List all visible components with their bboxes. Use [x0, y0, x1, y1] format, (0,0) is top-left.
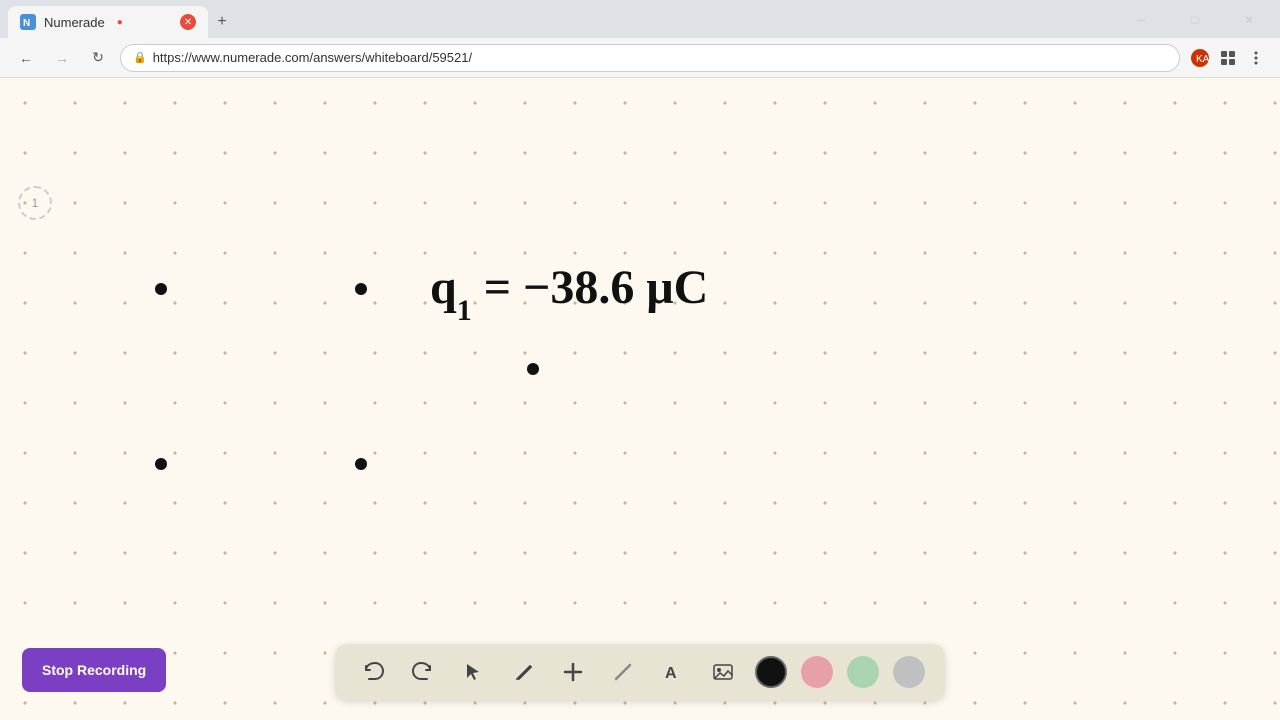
svg-text:A: A	[665, 665, 677, 682]
pen-icon	[513, 662, 533, 682]
bottom-toolbar: A	[335, 644, 945, 700]
reload-icon: ↻	[92, 49, 104, 66]
whiteboard[interactable]: 1 q1 = −38.6 μC Stop Recording	[0, 78, 1280, 720]
tab-title: Numerade	[44, 15, 105, 30]
image-icon	[712, 661, 734, 683]
cursor-icon	[463, 662, 483, 682]
stop-recording-button[interactable]: Stop Recording	[22, 648, 166, 692]
svg-text:KA: KA	[1196, 54, 1209, 65]
extensions-icon[interactable]	[1216, 46, 1240, 70]
address-icons: KA	[1188, 46, 1268, 70]
svg-text:N: N	[23, 18, 30, 29]
minimize-button[interactable]: ─	[1118, 2, 1164, 38]
forward-icon: →	[55, 50, 69, 66]
back-button[interactable]: ←	[12, 44, 40, 72]
color-black[interactable]	[755, 656, 787, 688]
timer-circle: 1	[18, 186, 52, 220]
pen-tool-button[interactable]	[505, 654, 541, 690]
close-button[interactable]: ✕	[1226, 2, 1272, 38]
window-controls: ─ □ ✕	[1118, 2, 1272, 38]
eraser-button[interactable]	[605, 654, 641, 690]
text-icon: A	[662, 661, 684, 683]
plus-icon	[562, 661, 584, 683]
menu-icon[interactable]	[1244, 46, 1268, 70]
svg-text:q1 = −38.6 μC: q1 = −38.6 μC	[430, 261, 708, 327]
forward-button[interactable]: →	[48, 44, 76, 72]
minimize-icon: ─	[1137, 13, 1146, 27]
dot-1	[155, 283, 167, 295]
eraser-icon	[612, 661, 634, 683]
equation-display: q1 = −38.6 μC	[430, 248, 750, 328]
dot-4	[155, 458, 167, 470]
main-content: 1 q1 = −38.6 μC Stop Recording	[0, 78, 1280, 720]
close-icon: ✕	[184, 17, 192, 28]
undo-icon	[362, 661, 384, 683]
stop-recording-label: Stop Recording	[42, 662, 146, 678]
redo-button[interactable]	[405, 654, 441, 690]
recording-indicator: ●	[117, 17, 123, 28]
url-text: https://www.numerade.com/answers/whitebo…	[153, 50, 1167, 65]
maximize-icon: □	[1191, 13, 1198, 27]
new-tab-button[interactable]: +	[208, 8, 236, 36]
url-bar[interactable]: 🔒 https://www.numerade.com/answers/white…	[120, 44, 1180, 72]
address-bar: ← → ↻ 🔒 https://www.numerade.com/answers…	[0, 38, 1280, 78]
maximize-button[interactable]: □	[1172, 2, 1218, 38]
image-button[interactable]	[705, 654, 741, 690]
numerade-favicon: N	[20, 14, 36, 30]
close-window-icon: ✕	[1244, 13, 1254, 27]
dot-3	[527, 363, 539, 375]
tab-close-button[interactable]: ✕	[180, 14, 196, 30]
undo-button[interactable]	[355, 654, 391, 690]
timer-value: 1	[32, 196, 39, 210]
active-tab[interactable]: N Numerade ● ✕	[8, 6, 208, 38]
dot-2	[355, 283, 367, 295]
text-tool-button[interactable]: A	[655, 654, 691, 690]
dot-5	[355, 458, 367, 470]
color-gray[interactable]	[893, 656, 925, 688]
redo-icon	[412, 661, 434, 683]
color-pink[interactable]	[801, 656, 833, 688]
color-green[interactable]	[847, 656, 879, 688]
tab-bar: N Numerade ● ✕ + ─ □ ✕	[0, 0, 1280, 38]
profile-icon[interactable]: KA	[1188, 46, 1212, 70]
lock-icon: 🔒	[133, 51, 147, 64]
back-icon: ←	[19, 50, 33, 66]
reload-button[interactable]: ↻	[84, 44, 112, 72]
select-tool-button[interactable]	[455, 654, 491, 690]
add-button[interactable]	[555, 654, 591, 690]
